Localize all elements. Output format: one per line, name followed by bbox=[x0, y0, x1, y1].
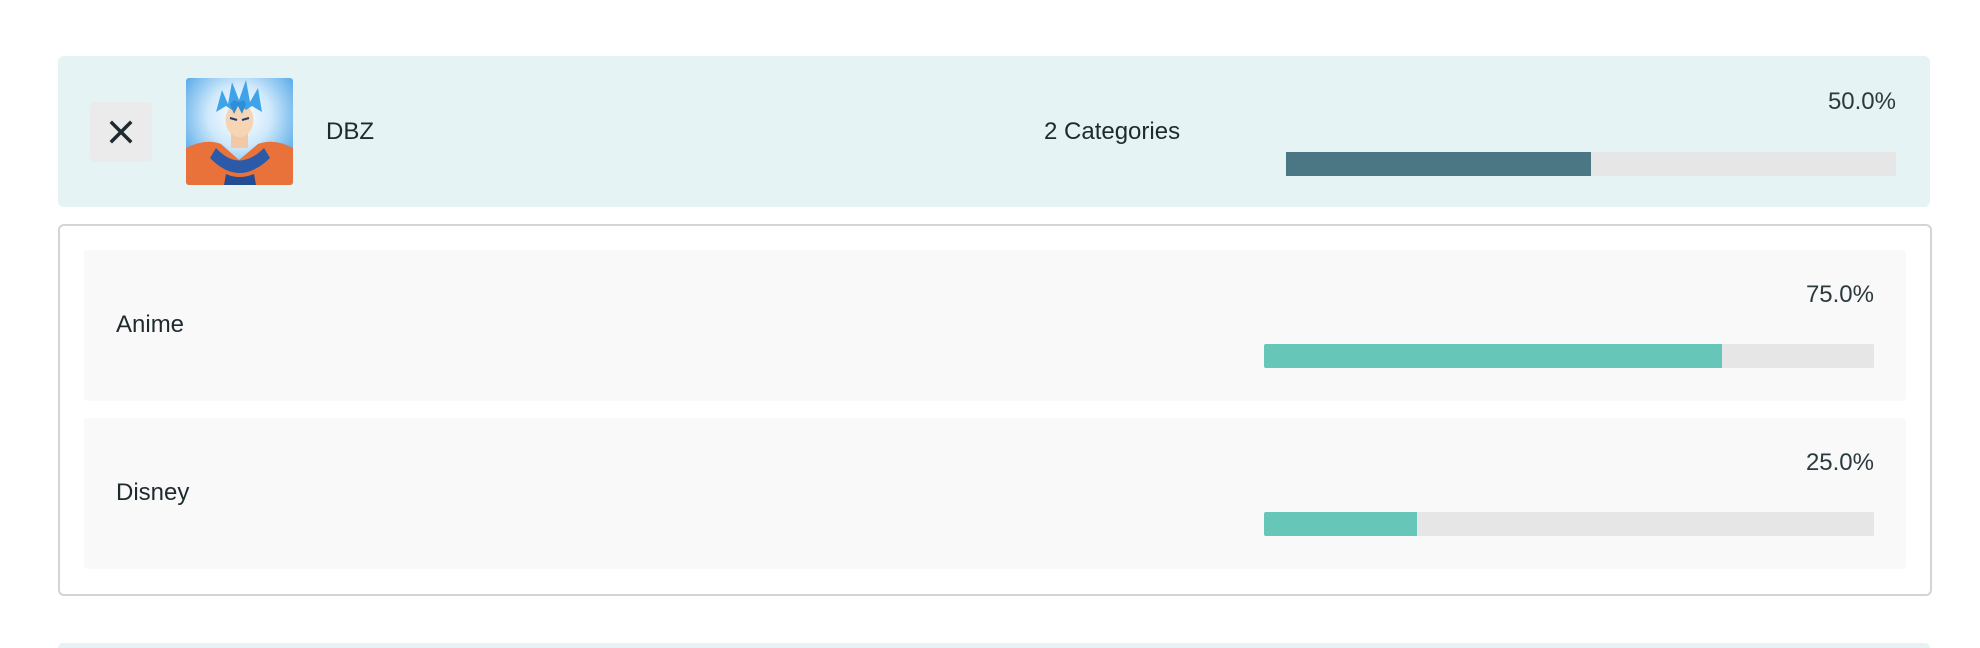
group-header[interactable]: DBZ 2 Categories 50.0% bbox=[58, 56, 1930, 207]
category-count: 2 Categories bbox=[1044, 118, 1181, 145]
categories-panel: Anime 75.0% Disney 25.0% bbox=[58, 224, 1932, 596]
category-progress-bar bbox=[1264, 512, 1874, 536]
category-percent: 25.0% bbox=[1805, 449, 1874, 476]
group-thumbnail bbox=[186, 78, 293, 185]
group-progress-fill bbox=[1286, 152, 1591, 176]
group-percent: 50.0% bbox=[1827, 88, 1896, 115]
group-progress-bar bbox=[1286, 152, 1896, 176]
category-percent: 75.0% bbox=[1805, 281, 1874, 308]
goku-avatar-image bbox=[186, 78, 293, 185]
category-label: Disney bbox=[116, 479, 190, 506]
page: DBZ 2 Categories 50.0% Anime 75.0% Disne… bbox=[0, 0, 1980, 648]
category-row-anime: Anime 75.0% bbox=[84, 250, 1906, 401]
next-group-header[interactable] bbox=[58, 643, 1930, 648]
category-row-disney: Disney 25.0% bbox=[84, 418, 1906, 569]
close-button[interactable] bbox=[90, 102, 152, 162]
close-icon bbox=[109, 120, 133, 144]
category-progress-fill bbox=[1264, 512, 1417, 536]
category-label: Anime bbox=[116, 311, 185, 338]
category-progress-bar bbox=[1264, 344, 1874, 368]
group-name: DBZ bbox=[326, 118, 374, 145]
category-progress-fill bbox=[1264, 344, 1722, 368]
